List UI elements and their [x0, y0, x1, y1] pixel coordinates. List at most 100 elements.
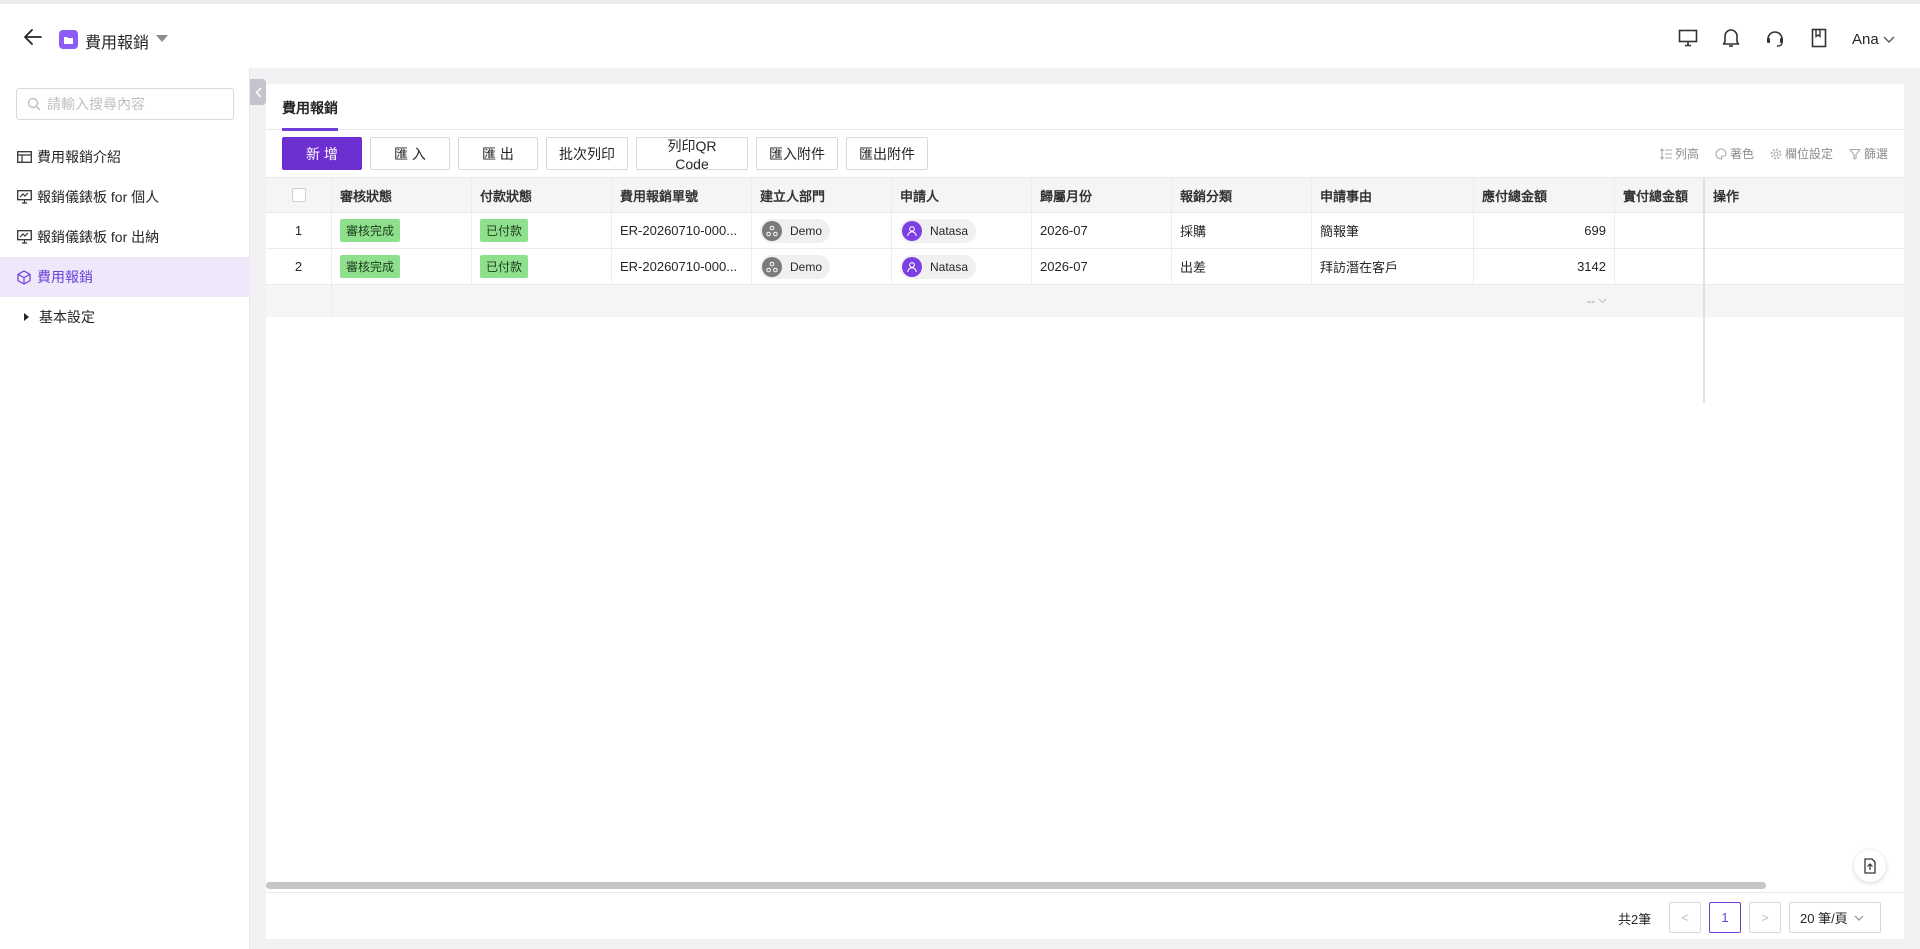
gear-icon [1770, 148, 1782, 159]
summary-blank [266, 285, 332, 317]
filter-tool[interactable]: 篩選 [1849, 145, 1888, 162]
coloring-label: 著色 [1729, 147, 1754, 161]
field-settings-label: 欄位設定 [1784, 147, 1833, 161]
sidebar-search[interactable] [16, 88, 234, 120]
column-header[interactable]: 實付總金額 [1615, 178, 1705, 212]
user-name: Ana [1852, 31, 1879, 48]
coloring-tool[interactable]: 著色 [1715, 145, 1754, 162]
payable-amount-cell: 3142 [1474, 249, 1615, 284]
page-size-value: 20 筆/頁 [1800, 911, 1848, 926]
field-settings-tool[interactable]: 欄位設定 [1770, 145, 1833, 162]
user-menu[interactable]: Ana [1852, 31, 1895, 48]
export-file-button[interactable] [1854, 850, 1886, 882]
caret-right-icon [24, 313, 29, 321]
column-header[interactable]: 付款狀態 [472, 178, 612, 212]
batch-print-button[interactable]: 批次列印 [546, 137, 628, 170]
monitor-icon[interactable] [1675, 25, 1701, 51]
table-row[interactable]: 1 審核完成 已付款 ER-20260710-000... Demo Natas… [266, 213, 1904, 249]
cube-icon [16, 269, 32, 285]
row-height-label: 列高 [1674, 147, 1699, 161]
app-switch-caret-icon[interactable] [156, 35, 168, 42]
total-count: 共2筆 [1618, 912, 1652, 927]
import-button[interactable]: 匯 入 [370, 137, 450, 170]
applicant-cell: Natasa [892, 213, 1032, 248]
expense-no-cell[interactable]: ER-20260710-000... [612, 249, 752, 284]
app-title[interactable]: 費用報銷 [85, 29, 149, 53]
category-cell: 採購 [1172, 213, 1312, 248]
column-header[interactable]: 歸屬月份 [1032, 178, 1172, 212]
dept-cell: Demo [752, 213, 892, 248]
filter-label: 篩選 [1863, 147, 1888, 161]
paid-amount-cell [1615, 213, 1705, 248]
column-header[interactable]: 報銷分類 [1172, 178, 1312, 212]
sidebar-item-dashboard-personal[interactable]: 報銷儀錶板 for 個人 [0, 177, 250, 217]
prev-page-button[interactable]: < [1669, 902, 1701, 933]
export-attachment-button[interactable]: 匯出附件 [846, 137, 928, 170]
frozen-column-divider [1703, 177, 1705, 403]
sidebar-group-basic-settings[interactable]: 基本設定 [0, 297, 250, 337]
sidebar-item-intro[interactable]: 費用報銷介紹 [0, 137, 250, 177]
user-icon [902, 220, 922, 241]
column-header[interactable]: 審核狀態 [332, 178, 472, 212]
user-icon [902, 256, 922, 277]
palette-icon [1715, 147, 1727, 160]
sidebar-item-expense[interactable]: 費用報銷 [0, 257, 250, 297]
status-badge: 已付款 [480, 255, 529, 278]
dept-name: Demo [790, 223, 823, 238]
sidebar-item-dashboard-cashier[interactable]: 報銷儀錶板 for 出納 [0, 217, 250, 257]
page-1-button[interactable]: 1 [1709, 902, 1741, 933]
chevron-down-icon [1854, 915, 1864, 921]
month-cell: 2026-07 [1032, 249, 1172, 284]
pagination: 共2筆 < 1 > 20 筆/頁 [266, 892, 1904, 939]
back-arrow-icon[interactable] [22, 26, 44, 48]
summary-blank [332, 285, 1474, 317]
dept-name: Demo [790, 259, 823, 274]
sidebar-item-label: 基本設定 [39, 309, 95, 325]
applicant-pill[interactable]: Natasa [900, 218, 977, 243]
category-cell: 出差 [1172, 249, 1312, 284]
dashboard-icon [16, 189, 32, 205]
file-export-icon [1864, 858, 1876, 874]
table-icon [16, 149, 32, 165]
tab-expense[interactable]: 費用報銷 [282, 98, 338, 131]
row-height-tool[interactable]: 列高 [1659, 145, 1699, 162]
column-header[interactable]: 費用報銷單號 [612, 178, 752, 212]
column-header[interactable]: 申請人 [892, 178, 1032, 212]
review-status-cell: 審核完成 [332, 213, 472, 248]
sidebar: 費用報銷介紹 報銷儀錶板 for 個人 報銷儀錶板 for 出納 費用報銷 基本… [0, 68, 250, 949]
table-row[interactable]: 2 審核完成 已付款 ER-20260710-000... Demo Natas… [266, 249, 1904, 285]
page-size-select[interactable]: 20 筆/頁 [1789, 902, 1881, 933]
column-header[interactable]: 申請事由 [1312, 178, 1474, 212]
paid-amount-cell [1615, 249, 1705, 284]
print-qr-button[interactable]: 列印QR Code [636, 137, 748, 172]
expense-no-cell[interactable]: ER-20260710-000... [612, 213, 752, 248]
table-tools: 列高 著色 欄位設定 篩選 [1659, 145, 1888, 162]
select-all-checkbox[interactable] [291, 188, 306, 202]
search-input[interactable] [47, 96, 227, 112]
dept-pill[interactable]: Demo [760, 254, 831, 279]
next-page-button[interactable]: > [1749, 902, 1781, 933]
chevron-down-icon [1883, 36, 1895, 43]
horizontal-scrollbar[interactable] [266, 882, 1766, 889]
actions-cell [1705, 213, 1904, 248]
applicant-pill[interactable]: Natasa [900, 254, 977, 279]
bell-icon[interactable] [1718, 25, 1744, 51]
reason-cell: 簡報筆 [1312, 213, 1474, 248]
table-header: 審核狀態 付款狀態 費用報銷單號 建立人部門 申請人 歸屬月份 報銷分類 申請事… [266, 177, 1904, 213]
headset-icon[interactable] [1762, 25, 1788, 51]
search-icon [27, 97, 41, 111]
book-icon[interactable] [1806, 25, 1832, 51]
dashboard-icon [16, 229, 32, 245]
row-index: 1 [266, 213, 332, 248]
summary-payable[interactable]: -- [1474, 285, 1615, 317]
import-attachment-button[interactable]: 匯入附件 [756, 137, 838, 170]
column-header[interactable]: 應付總金額 [1474, 178, 1615, 212]
column-header: 操作 [1713, 188, 1740, 204]
dept-pill[interactable]: Demo [760, 218, 831, 243]
add-button[interactable]: 新 增 [282, 137, 362, 170]
chevron-down-icon [1598, 298, 1607, 304]
export-button[interactable]: 匯 出 [458, 137, 538, 170]
column-header[interactable]: 建立人部門 [752, 178, 892, 212]
sidebar-collapse-handle[interactable] [250, 79, 266, 105]
applicant-cell: Natasa [892, 249, 1032, 284]
